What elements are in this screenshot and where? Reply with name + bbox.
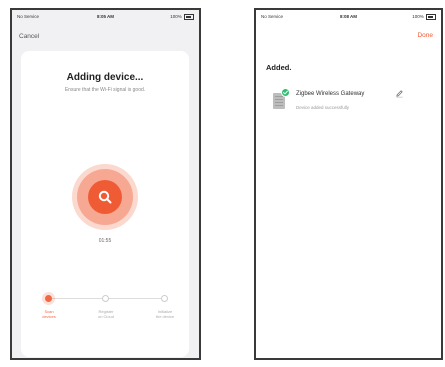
battery-indicator: 100% bbox=[412, 13, 436, 21]
battery-icon bbox=[426, 13, 436, 20]
step-connector-1 bbox=[52, 298, 105, 299]
page-title: Adding device... bbox=[66, 72, 144, 83]
battery-icon bbox=[184, 13, 194, 20]
status-bar: No Service 8:08 AM 100% bbox=[261, 13, 436, 21]
step-label-line: devices bbox=[42, 314, 56, 319]
step-dot-register bbox=[102, 295, 109, 302]
status-time: 8:05 AM bbox=[96, 14, 115, 19]
step-label-initialize: Initialize the device bbox=[145, 309, 185, 319]
adding-device-card: Adding device... Ensure that the Wi-Fi s… bbox=[21, 51, 189, 357]
done-button[interactable]: Done bbox=[417, 32, 433, 39]
section-title: Added. bbox=[266, 63, 292, 72]
step-label-register: Register on Cloud bbox=[86, 309, 126, 319]
carrier-label: No Service bbox=[261, 14, 284, 19]
search-icon bbox=[98, 190, 112, 204]
step-connector-2 bbox=[109, 298, 161, 299]
device-name[interactable]: Zigbee Wireless Gateway bbox=[296, 91, 364, 97]
battery-percent: 100% bbox=[170, 14, 182, 19]
check-icon bbox=[281, 88, 290, 97]
step-label-line: the device bbox=[155, 314, 175, 319]
edit-pencil-icon[interactable] bbox=[395, 89, 404, 98]
status-time: 8:08 AM bbox=[339, 14, 358, 19]
battery-percent: 100% bbox=[412, 14, 424, 19]
countdown-timer: 01:55 bbox=[98, 238, 112, 244]
step-label-scan: Scan devices bbox=[29, 309, 69, 319]
battery-indicator: 100% bbox=[170, 13, 194, 21]
phone-screen-device-added: No Service 8:08 AM 100% Done Added. Zigb… bbox=[254, 8, 443, 360]
step-label-line: on Cloud bbox=[97, 314, 114, 319]
step-dot-scan bbox=[42, 292, 55, 305]
device-status: Device added successfully bbox=[296, 105, 350, 110]
status-bar: No Service 8:05 AM 100% bbox=[17, 13, 194, 21]
step-dot-initialize bbox=[161, 295, 168, 302]
phone-screen-adding-device: No Service 8:05 AM 100% Cancel Adding de… bbox=[10, 8, 201, 360]
cancel-button[interactable]: Cancel bbox=[19, 33, 39, 40]
carrier-label: No Service bbox=[17, 14, 40, 19]
page-subtitle: Ensure that the Wi-Fi signal is good. bbox=[64, 87, 146, 93]
